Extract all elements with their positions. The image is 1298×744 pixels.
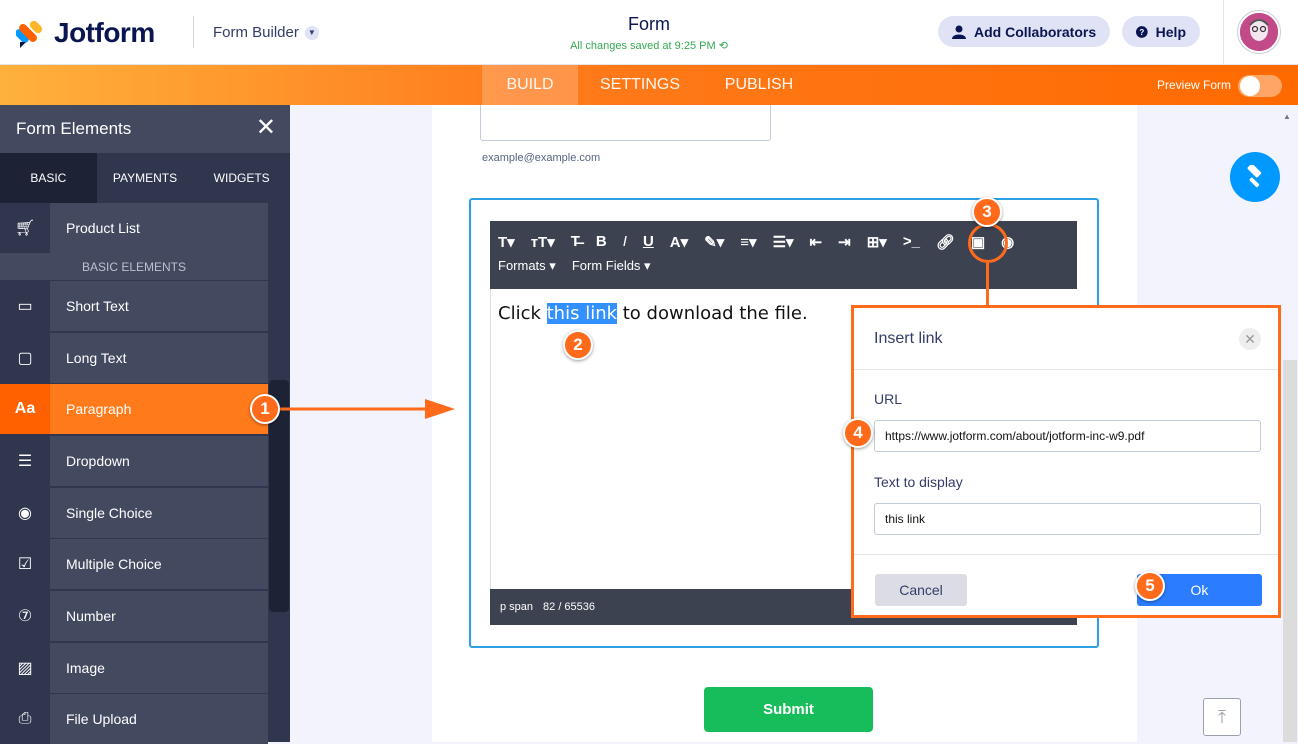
step-badge-4: 4: [843, 418, 873, 448]
step-badge-5: 5: [1135, 571, 1165, 601]
annotation-connector: [986, 263, 989, 305]
annotation-arrow: [280, 399, 455, 419]
link-button-highlight: [968, 223, 1008, 263]
step-badge-3: 3: [972, 197, 1002, 227]
step-badge-2: 2: [563, 330, 593, 360]
step-badge-1: 1: [250, 394, 280, 424]
